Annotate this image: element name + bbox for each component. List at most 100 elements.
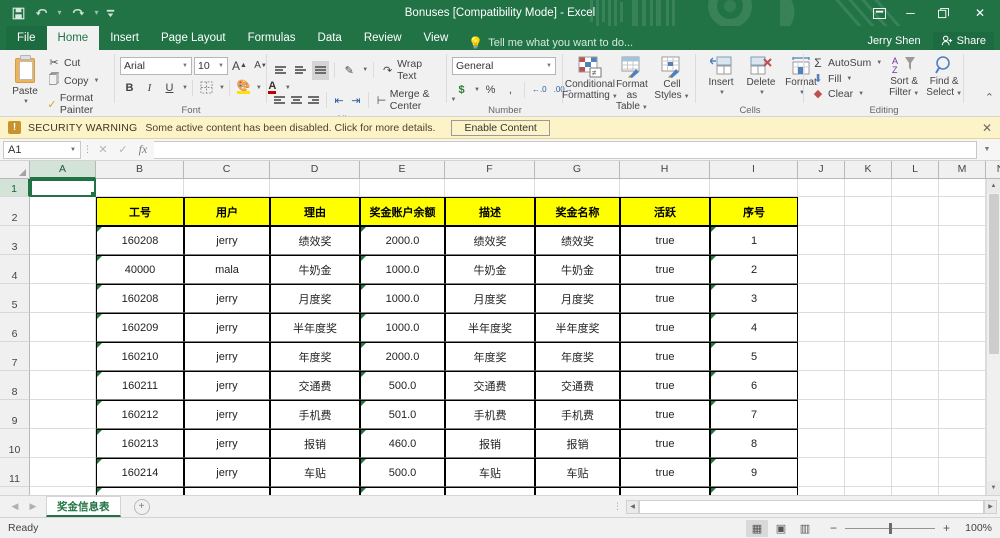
grid-cell-B5[interactable]: 160208 (96, 284, 184, 313)
grid-cell-F4[interactable]: 牛奶金 (445, 255, 535, 284)
row-header-12[interactable]: 12 (0, 487, 30, 495)
grid-cell-H10[interactable]: true (620, 429, 710, 458)
row-header-4[interactable]: 4 (0, 255, 30, 284)
grid-cell-J5[interactable] (798, 284, 845, 313)
borders-dropdown-icon[interactable]: ▼ (219, 85, 225, 91)
grid-cell-E3[interactable]: 2000.0 (360, 226, 445, 255)
close-button[interactable]: ✕ (960, 0, 1000, 26)
comma-button[interactable]: , (501, 80, 520, 99)
scroll-down-icon[interactable]: ▼ (986, 481, 1000, 495)
grid-cell-D12[interactable]: 饭贴 (270, 487, 360, 495)
grid-cell-C1[interactable] (184, 179, 270, 197)
grid-cell-K5[interactable] (845, 284, 892, 313)
grid-cell-F3[interactable]: 绩效奖 (445, 226, 535, 255)
increase-decimal-button[interactable]: ←.0 (529, 80, 550, 99)
grid-cell-D5[interactable]: 月度奖 (270, 284, 360, 313)
row-header-9[interactable]: 9 (0, 400, 30, 429)
grid-cell-D4[interactable]: 牛奶金 (270, 255, 360, 284)
grid-cell-E7[interactable]: 2000.0 (360, 342, 445, 371)
grid-cell-B6[interactable]: 160209 (96, 313, 184, 342)
insert-cells-button[interactable]: Insert ▼ (701, 55, 741, 100)
grid-cell-J8[interactable] (798, 371, 845, 400)
delete-cells-dropdown-icon[interactable]: ▼ (759, 88, 765, 99)
next-sheet-icon[interactable]: ▶ (24, 501, 42, 512)
customize-qat-icon[interactable] (104, 3, 117, 23)
find-select-button[interactable]: Find & Select ▼ (924, 54, 964, 101)
column-header-J[interactable]: J (798, 161, 845, 179)
grid-cell-C6[interactable]: jerry (184, 313, 270, 342)
grid-cell-B1[interactable] (96, 179, 184, 197)
grid-cell-D1[interactable] (270, 179, 360, 197)
grid-cell-L8[interactable] (892, 371, 939, 400)
grid-cell-G10[interactable]: 报销 (535, 429, 620, 458)
grid-cell-F11[interactable]: 车贴 (445, 458, 535, 487)
scroll-left-icon[interactable]: ◀ (626, 499, 639, 514)
grid-cell-F7[interactable]: 年度奖 (445, 342, 535, 371)
grid-cell-K11[interactable] (845, 458, 892, 487)
vertical-scroll-thumb[interactable] (988, 194, 999, 354)
row-header-2[interactable]: 2 (0, 197, 30, 226)
grid-cell-C3[interactable]: jerry (184, 226, 270, 255)
orientation-button[interactable]: ✎ (340, 61, 358, 80)
grid-cell-G6[interactable]: 半年度奖 (535, 313, 620, 342)
grid-cell-J12[interactable] (798, 487, 845, 495)
column-header-E[interactable]: E (360, 161, 445, 179)
increase-indent-button[interactable]: ⇥ (349, 91, 364, 110)
paste-button[interactable]: Paste ▼ (5, 54, 45, 109)
delete-cells-button[interactable]: Delete ▼ (741, 55, 781, 100)
grid-cell-L2[interactable] (892, 197, 939, 226)
account-name[interactable]: Jerry Shen (867, 35, 920, 47)
grid-cell-J11[interactable] (798, 458, 845, 487)
grid-cell-H9[interactable]: true (620, 400, 710, 429)
minimize-button[interactable]: ─ (894, 0, 927, 26)
grid-cell-A1[interactable] (30, 179, 96, 197)
tab-page-layout[interactable]: Page Layout (150, 26, 237, 50)
bold-button[interactable]: B (120, 78, 139, 97)
grid-cell-B7[interactable]: 160210 (96, 342, 184, 371)
align-center-button[interactable] (289, 91, 304, 110)
grid-cell-J6[interactable] (798, 313, 845, 342)
name-box-dropdown-icon[interactable]: ▼ (70, 147, 76, 153)
increase-font-size-button[interactable]: A ▲ (230, 56, 249, 75)
grid-cell-H2[interactable]: 活跃 (620, 197, 710, 226)
fill-color-button[interactable]: 🎨 (234, 78, 253, 97)
grid-cell-K12[interactable] (845, 487, 892, 495)
expand-formula-bar-icon[interactable]: ▼ (977, 141, 997, 159)
grid-cell-H7[interactable]: true (620, 342, 710, 371)
grid-cell-J7[interactable] (798, 342, 845, 371)
ribbon-display-options-icon[interactable] (864, 7, 894, 19)
row-header-5[interactable]: 5 (0, 284, 30, 313)
grid-cell-H5[interactable]: true (620, 284, 710, 313)
grid-cell-I5[interactable]: 3 (710, 284, 798, 313)
grid-cell-I12[interactable]: 10 (710, 487, 798, 495)
grid-cell-A3[interactable] (30, 226, 96, 255)
column-header-F[interactable]: F (445, 161, 535, 179)
formula-bar-grip[interactable]: ⋮ (81, 144, 93, 155)
grid-cell-M1[interactable] (939, 179, 986, 197)
grid-cell-I3[interactable]: 1 (710, 226, 798, 255)
insert-cells-dropdown-icon[interactable]: ▼ (719, 88, 725, 99)
grid-cell-B9[interactable]: 160212 (96, 400, 184, 429)
normal-view-icon[interactable]: ▦ (746, 519, 768, 537)
grid-cell-D2[interactable]: 理由 (270, 197, 360, 226)
format-painter-button[interactable]: ✓ Format Painter (45, 91, 111, 116)
grid-cell-E8[interactable]: 500.0 (360, 371, 445, 400)
conditional-formatting-button[interactable]: ≠ Conditional Formatting ▼ (562, 55, 618, 104)
row-header-6[interactable]: 6 (0, 313, 30, 342)
grid-cell-C5[interactable]: jerry (184, 284, 270, 313)
grid-cell-M4[interactable] (939, 255, 986, 284)
zoom-slider-thumb[interactable] (889, 522, 892, 534)
previous-sheet-icon[interactable]: ◀ (6, 501, 24, 512)
grid-cell-I2[interactable]: 序号 (710, 197, 798, 226)
scroll-up-icon[interactable]: ▲ (986, 179, 1000, 193)
grid-cell-J2[interactable] (798, 197, 845, 226)
close-security-warning-icon[interactable]: ✕ (982, 121, 992, 135)
column-header-I[interactable]: I (710, 161, 798, 179)
grid-cell-H4[interactable]: true (620, 255, 710, 284)
orientation-dropdown-icon[interactable]: ▼ (362, 67, 368, 73)
fill-dropdown-icon[interactable]: ▼ (846, 76, 852, 82)
clear-button[interactable]: ◆ Clear ▼ (809, 86, 884, 101)
grid-cell-A9[interactable] (30, 400, 96, 429)
grid-cell-I10[interactable]: 8 (710, 429, 798, 458)
grid-cell-I9[interactable]: 7 (710, 400, 798, 429)
